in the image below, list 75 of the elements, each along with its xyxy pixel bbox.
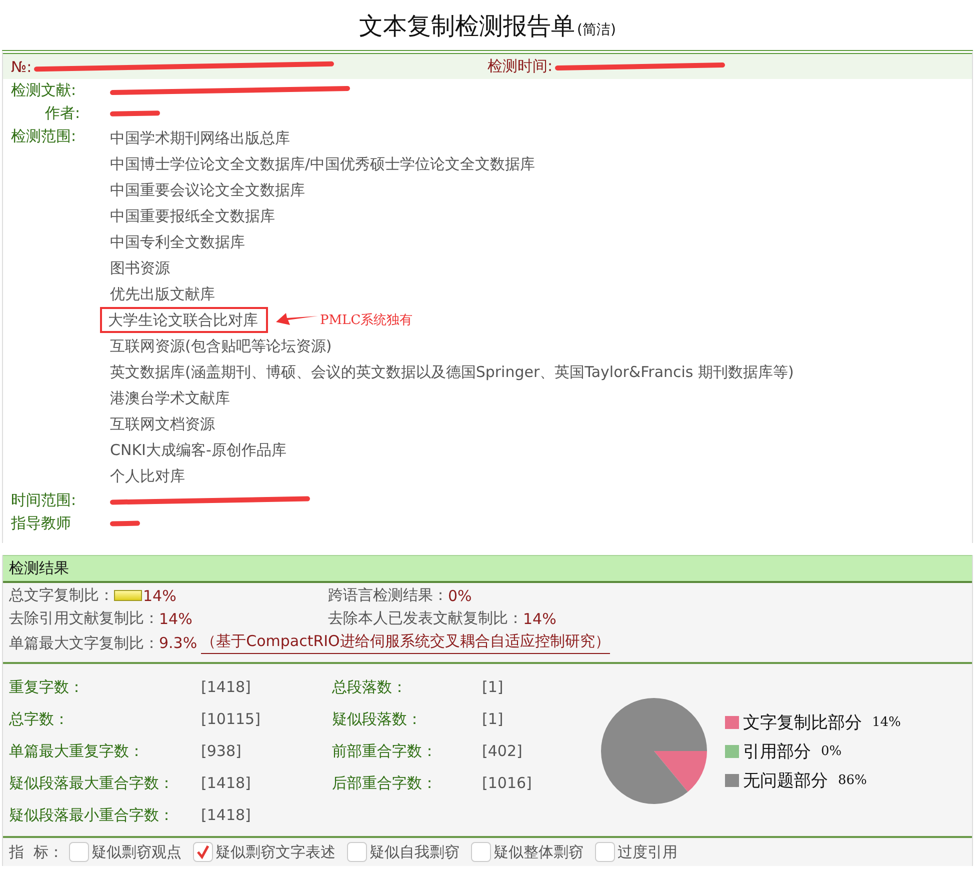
count-label: 总段落数： xyxy=(332,678,408,696)
count-label: 单篇最大重复字数： xyxy=(9,742,145,760)
annotation-text: PMLC系统独有 xyxy=(320,312,413,329)
checkbox[interactable] xyxy=(346,842,367,862)
title-note: (简洁) xyxy=(577,21,616,39)
ratio-value: 14% xyxy=(159,610,192,628)
legend-value: 86% xyxy=(838,772,867,788)
meter-icon xyxy=(114,590,142,601)
field-label: 时间范围: xyxy=(11,490,78,511)
count-value: [1418] xyxy=(201,774,251,792)
database-name: 港澳台学术文献库 xyxy=(109,388,231,409)
ratio-label: 去除引用文献复制比： xyxy=(9,609,159,628)
field-label: 指导教师 xyxy=(11,513,72,534)
check-icon xyxy=(194,844,211,860)
count-label: 总字数： xyxy=(9,710,70,728)
legend-label: 文字复制比部分 xyxy=(743,712,862,734)
count-label: 后部重合字数： xyxy=(332,774,438,792)
ratio-value: 9.3% xyxy=(159,634,198,652)
redaction-mark xyxy=(110,110,160,116)
ratio-label: 单篇最大文字复制比： xyxy=(9,634,159,652)
count-label: 重复字数： xyxy=(9,678,85,696)
checkbox[interactable] xyxy=(68,842,89,862)
count-value: [1418] xyxy=(201,678,251,696)
count-label: 前部重合字数： xyxy=(332,742,438,760)
field-label: 检测文献: xyxy=(11,80,78,101)
indicator-text: 疑似自我剽窃 xyxy=(370,842,460,862)
legend-label: 引用部分 xyxy=(743,740,811,762)
section-header: 检测结果 xyxy=(3,555,972,583)
field-label: 检测范围: xyxy=(11,126,78,147)
source-link[interactable]: （基于CompactRIO进给伺服系统交叉耦合自适应控制研究） xyxy=(201,632,610,654)
indicator-text: 疑似剽窃文字表述 xyxy=(216,842,336,862)
redaction-mark xyxy=(110,520,140,526)
count-value: [402] xyxy=(482,742,522,760)
ratio-label: 总文字复制比： xyxy=(9,586,114,605)
indicator-text: 疑似剽窃观点 xyxy=(92,842,182,862)
count-label: 疑似段落最小重合字数： xyxy=(9,806,175,824)
report-title: 文本复制检测报告单 xyxy=(359,11,576,42)
count-value: [1418] xyxy=(201,806,251,824)
report-number-label: №: xyxy=(11,58,32,76)
ratio-label: 去除本人已发表文献复制比： xyxy=(328,609,523,628)
checkbox[interactable] xyxy=(594,842,615,862)
database-name: 图书资源 xyxy=(109,258,171,279)
count-value: [1016] xyxy=(482,774,532,792)
database-name: 大学生论文联合比对库 xyxy=(100,307,268,333)
database-name: 中国专利全文数据库 xyxy=(109,232,246,253)
count-label: 疑似段落最大重合字数： xyxy=(9,774,175,792)
indicator-text: 过度引用 xyxy=(618,842,678,862)
ratio-label: 跨语言检测结果： xyxy=(328,586,448,605)
database-name: 中国博士学位论文全文数据库/中国优秀硕士学位论文全文数据库 xyxy=(109,154,536,175)
count-label: 疑似段落数： xyxy=(332,710,423,728)
database-name: 个人比对库 xyxy=(109,466,186,487)
count-value: [938] xyxy=(201,742,242,760)
legend-label: 无问题部分 xyxy=(743,770,828,792)
field-label: 作者: xyxy=(44,103,82,124)
legend-value: 14% xyxy=(872,714,901,730)
ratio-value: 14% xyxy=(143,586,176,604)
check-time-label: 检测时间: xyxy=(488,57,553,76)
database-name: 优先出版文献库 xyxy=(109,284,216,305)
database-name: 中国重要会议论文全文数据库 xyxy=(109,180,306,201)
count-value: [1] xyxy=(482,710,504,728)
database-name: 互联网文档资源 xyxy=(109,414,216,435)
checkbox[interactable] xyxy=(192,842,213,862)
indicator-text: 疑似整体剽窃 xyxy=(494,842,584,862)
database-name: CNKI大成编客-原创作品库 xyxy=(109,440,288,461)
indicator-label: 指 标： xyxy=(9,842,64,862)
count-value: [10115] xyxy=(201,710,260,728)
legend-value: 0% xyxy=(821,744,842,758)
database-name: 中国重要报纸全文数据库 xyxy=(109,206,276,227)
count-value: [1] xyxy=(482,678,504,696)
database-name: 中国学术期刊网络出版总库 xyxy=(109,128,291,149)
checkbox[interactable] xyxy=(470,842,491,862)
database-name: 互联网资源(包含贴吧等论坛资源) xyxy=(109,336,333,357)
database-name: 英文数据库(涵盖期刊、博硕、会议的英文数据以及德国Springer、英国Taylor&Francis 期刊数据库等) xyxy=(109,362,795,383)
ratio-value: 14% xyxy=(523,610,556,628)
ratio-value: 0% xyxy=(448,586,472,604)
